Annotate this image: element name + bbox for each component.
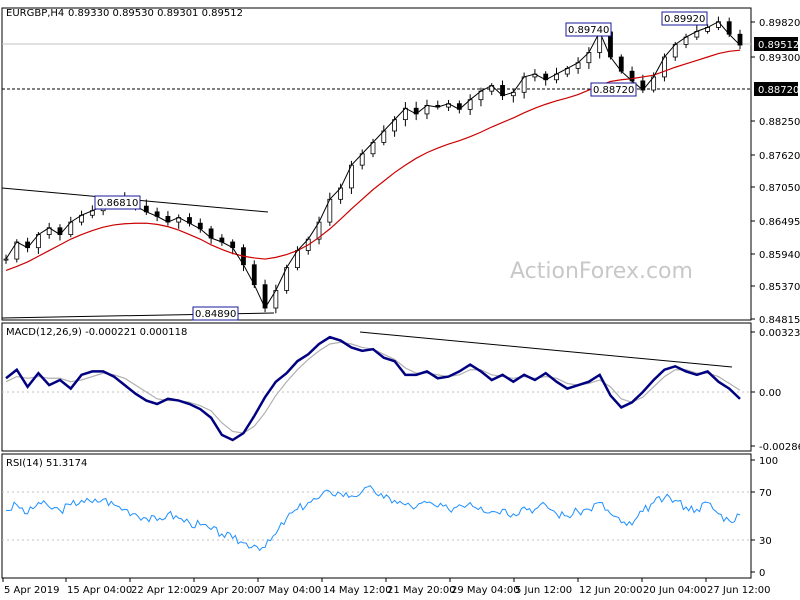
macd-tick-label: -0.002868 [759,442,800,453]
watermark: ActionForex.com [510,259,693,284]
price-tick-label: 0.86495 [759,217,800,228]
time-axis: 5 Apr 2019 15 Apr 04:0022 Apr 12:0029 Apr… [2,578,771,596]
rsi-axis: 100 70 30 0 [751,456,778,579]
candle [284,264,290,294]
time-tick-label: 5 Jun 12:00 [515,585,572,596]
price-annotation-label: 0.89920 [664,14,705,25]
time-tick-label: 12 Jun 20:00 [579,585,643,596]
rsi-tick-label: 30 [759,536,772,547]
rsi-panel: RSI(14) 51.3174 [1,453,752,579]
time-tick-label: 15 Apr 04:00 [67,585,132,596]
price-panel-title: EURGBP,H4 [6,8,64,19]
macd-axis: 0.003239 0.00 -0.002868 [751,328,800,453]
time-tick-label: 5 Apr 2019 [4,585,59,596]
rsi-panel-frame [1,453,752,579]
price-tick-label: 0.87620 [759,151,800,162]
price-panel: EURGBP,H4 0.89330 0.89530 0.89301 0.8951… [1,7,752,321]
price-panel-ohlc: 0.89330 0.89530 0.89301 0.89512 [68,8,243,19]
price-tick-label: 0.88250 [759,117,800,128]
rsi-panel-title: RSI(14) 51.3174 [6,458,87,469]
time-tick-label: 14 May 12:00 [323,585,392,596]
time-tick-label: 29 Apr 20:00 [195,585,260,596]
price-annotation-label: 0.84890 [195,309,236,320]
rsi-tick-label: 0 [759,568,765,579]
time-tick-label: 27 Jun 12:00 [707,585,771,596]
price-tick-label: 0.84815 [759,315,800,326]
price-tick-label: 0.85940 [759,250,800,261]
macd-panel-frame [1,322,752,452]
price-axis: 0.89820 0.89300 0.88250 0.87620 0.87050 0.864… [751,18,800,326]
price-tick-label: 0.85370 [759,282,800,293]
price-annotation-label: 0.88720 [593,85,634,96]
price-tick-label: 0.87050 [759,183,800,194]
price-annotation-label: 0.89740 [568,25,609,36]
price-tick-label: 0.89300 [759,53,800,64]
chart-root: EURGBP,H4 0.89330 0.89530 0.89301 0.8951… [1,7,800,596]
candle-body [3,258,9,261]
price-tick-label: 0.89820 [759,18,800,29]
rsi-tick-label: 70 [759,488,772,499]
last-price-label: 0.89512 [758,40,799,51]
time-tick-label: 7 May 04:00 [259,585,321,596]
time-tick-label: 21 May 20:00 [387,585,456,596]
time-tick-label: 22 Apr 12:00 [131,585,196,596]
level-price-label: 0.88720 [758,85,799,96]
macd-tick-label: 0.003239 [759,328,800,339]
time-tick-label: 29 May 04:00 [451,585,520,596]
time-tick-label: 20 Jun 04:00 [643,585,707,596]
rsi-tick-label: 100 [759,456,778,467]
macd-tick-label: 0.00 [759,388,781,399]
macd-panel-title: MACD(12,26,9) -0.000221 0.000118 [6,327,187,338]
macd-panel: MACD(12,26,9) -0.000221 0.000118 [1,322,752,452]
price-annotation-label: 0.86810 [97,198,138,209]
